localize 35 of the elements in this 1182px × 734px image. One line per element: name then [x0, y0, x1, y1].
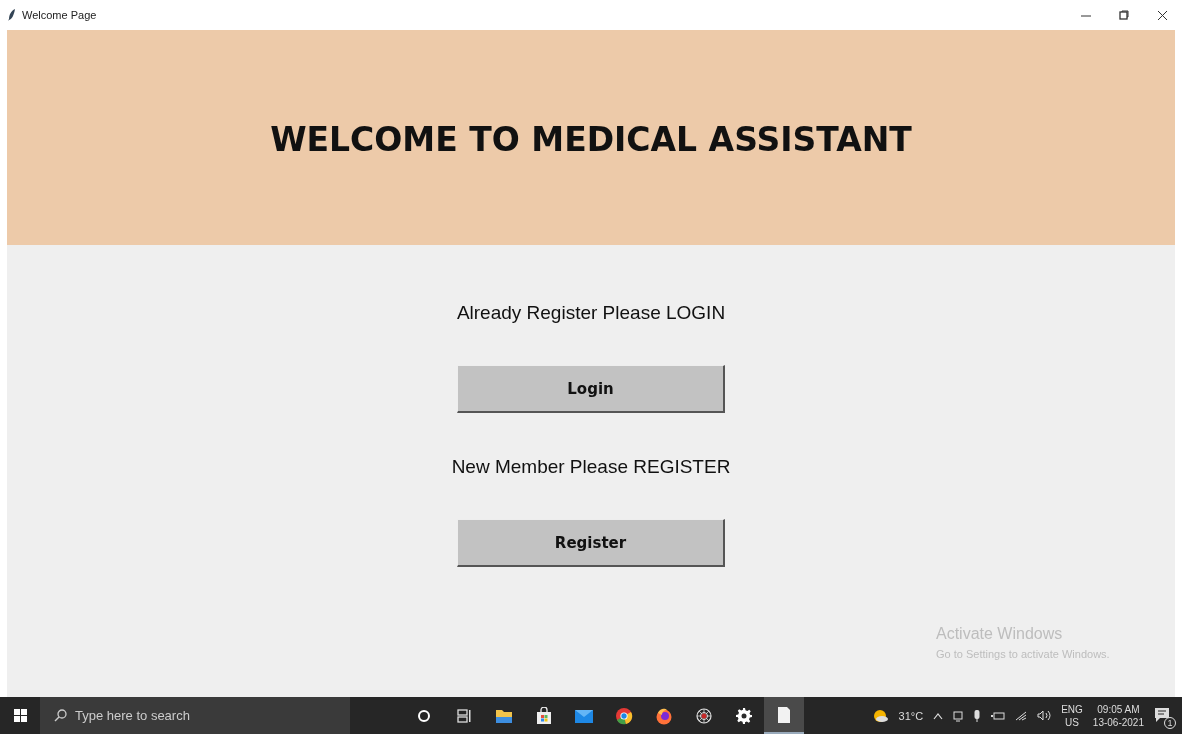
folder-icon[interactable] — [495, 707, 513, 724]
action-button[interactable]: Login — [457, 365, 725, 413]
maximize-icon[interactable] — [1119, 10, 1129, 20]
header-title: WELCOME TO MEDICAL ASSISTANT — [270, 119, 912, 159]
web-icon[interactable] — [695, 706, 713, 725]
temperature-text[interactable]: 31°C — [898, 709, 924, 722]
shopping-bag-icon[interactable] — [535, 706, 553, 725]
wifi-icon[interactable] — [1015, 710, 1028, 721]
feather-icon — [8, 9, 16, 21]
battery-icon[interactable] — [991, 710, 1006, 721]
speaker-icon[interactable] — [1037, 710, 1052, 721]
chevron-up-icon[interactable] — [933, 711, 944, 720]
language-indicator[interactable]: ENG US — [1061, 702, 1083, 729]
window-title: Welcome Page — [22, 9, 97, 21]
clock[interactable]: 09:05 AM 13-06-2021 — [1092, 702, 1144, 729]
browser-icon[interactable] — [615, 706, 633, 725]
microphone-icon[interactable] — [973, 709, 982, 722]
fox-browser-icon[interactable] — [655, 706, 673, 725]
windows-logo-icon[interactable] — [13, 709, 27, 722]
search-field[interactable]: Type here to search — [40, 697, 350, 734]
task-view-icon[interactable] — [457, 708, 471, 723]
notification-count: 1 — [1164, 716, 1176, 729]
meet-icon[interactable] — [953, 709, 964, 722]
mail-icon[interactable] — [574, 707, 594, 724]
document-icon[interactable] — [777, 705, 791, 724]
taskbar-app-button[interactable] — [764, 697, 804, 734]
action-button[interactable]: Register — [457, 519, 725, 567]
prompt-text: New Member Please REGISTER — [451, 455, 731, 479]
search-icon — [54, 709, 67, 722]
close-icon[interactable] — [1157, 9, 1168, 21]
prompt-text: Already Register Please LOGIN — [456, 301, 726, 325]
gear-icon[interactable] — [736, 707, 752, 724]
circle-icon[interactable] — [417, 708, 431, 723]
weather-icon[interactable] — [872, 708, 889, 723]
notification-icon[interactable] — [1154, 706, 1170, 723]
